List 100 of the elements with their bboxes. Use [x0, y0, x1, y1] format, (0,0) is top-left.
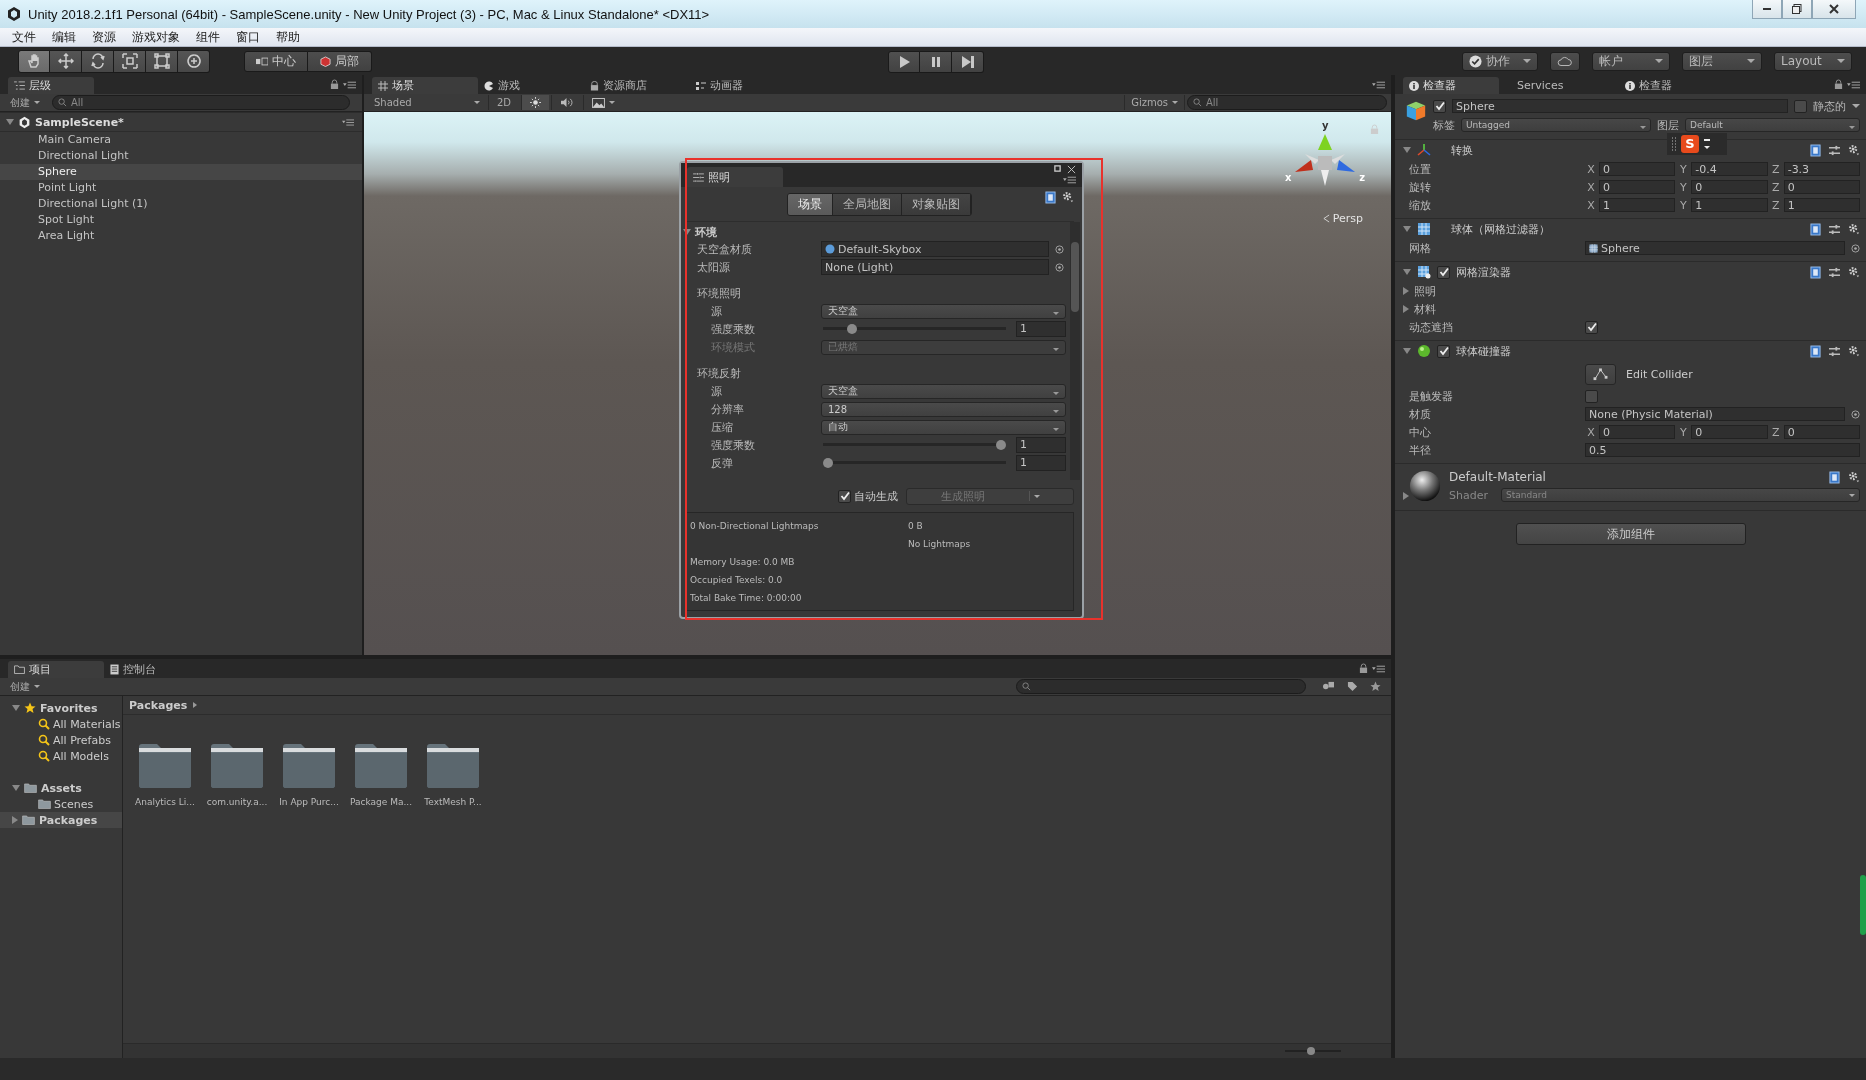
maximize-button[interactable] [1782, 0, 1812, 19]
close-icon[interactable] [1067, 165, 1076, 174]
menu-item[interactable]: 组件 [196, 28, 220, 46]
menu-item[interactable]: 资源 [92, 28, 116, 46]
2d-toggle[interactable]: 2D [488, 95, 520, 110]
view-tab[interactable]: 资源商店 [584, 77, 690, 94]
menu-item[interactable]: 窗口 [236, 28, 260, 46]
rotate-tool-button[interactable] [82, 49, 114, 73]
toolbar-dropdown[interactable]: 帐户 [1592, 51, 1670, 71]
number-field[interactable]: 0 [1599, 425, 1676, 439]
presets-icon[interactable] [1829, 266, 1840, 278]
hierarchy-item[interactable]: Spot Light [0, 212, 362, 228]
transform-tool-button[interactable] [178, 49, 210, 73]
expand-arrow-icon[interactable] [1403, 269, 1411, 275]
dropdown[interactable]: 128 [821, 401, 1066, 417]
tag-icon[interactable] [1347, 681, 1358, 692]
foldout-label[interactable]: 照明 [1403, 283, 1436, 299]
dropdown[interactable]: 天空盒 [821, 383, 1066, 399]
number-field[interactable]: 1 [1016, 437, 1066, 453]
object-field[interactable]: Default-Skybox [821, 241, 1049, 257]
scale-tool-button[interactable] [114, 49, 146, 73]
lighting-mode-tab[interactable]: 场景 [788, 193, 833, 215]
expand-arrow-icon[interactable] [6, 119, 14, 125]
lock-icon[interactable] [330, 79, 339, 90]
menu-item[interactable]: 文件 [12, 28, 36, 46]
auto-generate-checkbox[interactable]: 自动生成 [838, 488, 898, 504]
folder-name[interactable]: Package Ma... [350, 797, 412, 807]
hand-tool-button[interactable] [18, 49, 50, 73]
view-tab[interactable]: 动画器 [690, 77, 796, 94]
number-field[interactable]: 0 [1691, 425, 1768, 439]
folder-icon[interactable] [425, 743, 481, 789]
lighting-mode-tab[interactable]: 全局地图 [833, 193, 902, 215]
star-icon[interactable] [1370, 681, 1381, 692]
cloud-button[interactable] [1550, 51, 1580, 71]
number-field[interactable]: 0 [1783, 180, 1860, 194]
rect-tool-button[interactable] [146, 49, 178, 73]
ime-toolbar[interactable]: S [1667, 133, 1727, 155]
view-tab[interactable]: 场景 [372, 77, 478, 94]
maximize-icon[interactable] [1054, 165, 1061, 172]
panel-menu-icon[interactable] [1372, 81, 1385, 89]
scene-viewport[interactable] [364, 112, 1391, 655]
space-toggle-button[interactable]: 局部 [308, 50, 372, 72]
folder-icon[interactable] [209, 743, 265, 789]
dropdown[interactable]: 天空盒 [821, 303, 1066, 319]
presets-icon[interactable] [1829, 223, 1840, 235]
help-icon[interactable] [1045, 191, 1056, 204]
gear-icon[interactable] [1848, 223, 1860, 235]
lighting-toggle[interactable] [521, 95, 550, 110]
folder-name[interactable]: Analytics Li... [135, 797, 195, 807]
number-field[interactable]: 0.5 [1585, 443, 1860, 457]
caret-icon[interactable] [1852, 104, 1860, 108]
scene-menu-icon[interactable] [342, 118, 354, 126]
foldout-label[interactable]: 材料 [1403, 301, 1436, 317]
scene-header[interactable]: SampleScene* [0, 112, 362, 132]
panel-menu-icon[interactable] [1372, 665, 1385, 673]
help-icon[interactable] [1810, 222, 1821, 236]
gear-icon[interactable] [1848, 345, 1860, 357]
panel-menu-icon[interactable] [343, 81, 356, 89]
tree-item[interactable]: All Prefabs [0, 732, 122, 748]
folder-name[interactable]: TextMesh P... [424, 797, 482, 807]
object-field[interactable]: None (Physic Material) [1585, 407, 1845, 421]
presets-icon[interactable] [1829, 144, 1840, 156]
tree-item[interactable]: Favorites [0, 700, 122, 716]
add-component-button[interactable]: 添加组件 [1515, 523, 1746, 545]
inspector-tab[interactable]: Services [1511, 77, 1607, 94]
lighting-mode-tab[interactable]: 对象贴图 [902, 193, 971, 215]
hierarchy-tab[interactable]: 层级 [8, 77, 94, 94]
section-header[interactable]: 环境 [683, 224, 1070, 240]
expand-arrow-icon[interactable] [12, 705, 20, 711]
presets-icon[interactable] [1829, 345, 1840, 357]
help-icon[interactable] [1829, 470, 1840, 484]
move-tool-button[interactable] [50, 49, 82, 73]
lock-icon[interactable] [1359, 663, 1368, 674]
number-field[interactable]: 1 [1016, 455, 1066, 471]
hierarchy-item[interactable]: Point Light [0, 180, 362, 196]
folder-icon[interactable] [281, 743, 337, 789]
hierarchy-item[interactable]: Directional Light [0, 148, 362, 164]
create-dropdown[interactable]: 创建 [4, 679, 46, 694]
hierarchy-item[interactable]: Main Camera [0, 132, 362, 148]
number-field[interactable]: 0 [1783, 425, 1860, 439]
tree-item[interactable]: Assets [0, 780, 122, 796]
panel-tab[interactable]: 控制台 [104, 661, 200, 678]
enabled-checkbox[interactable] [1437, 265, 1450, 279]
folder-icon[interactable] [137, 743, 193, 789]
menu-item[interactable]: 编辑 [52, 28, 76, 46]
object-picker-icon[interactable] [1851, 243, 1860, 253]
toolbar-dropdown[interactable]: Layout [1774, 51, 1852, 71]
tree-item[interactable]: All Materials [0, 716, 122, 732]
dropdown[interactable]: 自动 [821, 419, 1066, 435]
active-checkbox[interactable] [1433, 99, 1446, 113]
scrollbar[interactable] [1860, 875, 1866, 935]
shading-dropdown[interactable]: Shaded [368, 95, 486, 110]
edit-collider-button[interactable] [1585, 363, 1616, 385]
close-button[interactable] [1812, 0, 1856, 19]
number-field[interactable]: 1 [1783, 198, 1860, 212]
tree-item[interactable]: All Models [0, 748, 122, 764]
help-icon[interactable] [1810, 143, 1821, 157]
inspector-tab[interactable]: 检查器 [1403, 77, 1499, 94]
number-field[interactable]: 0 [1599, 180, 1676, 194]
breadcrumb[interactable]: Packages [129, 698, 188, 712]
